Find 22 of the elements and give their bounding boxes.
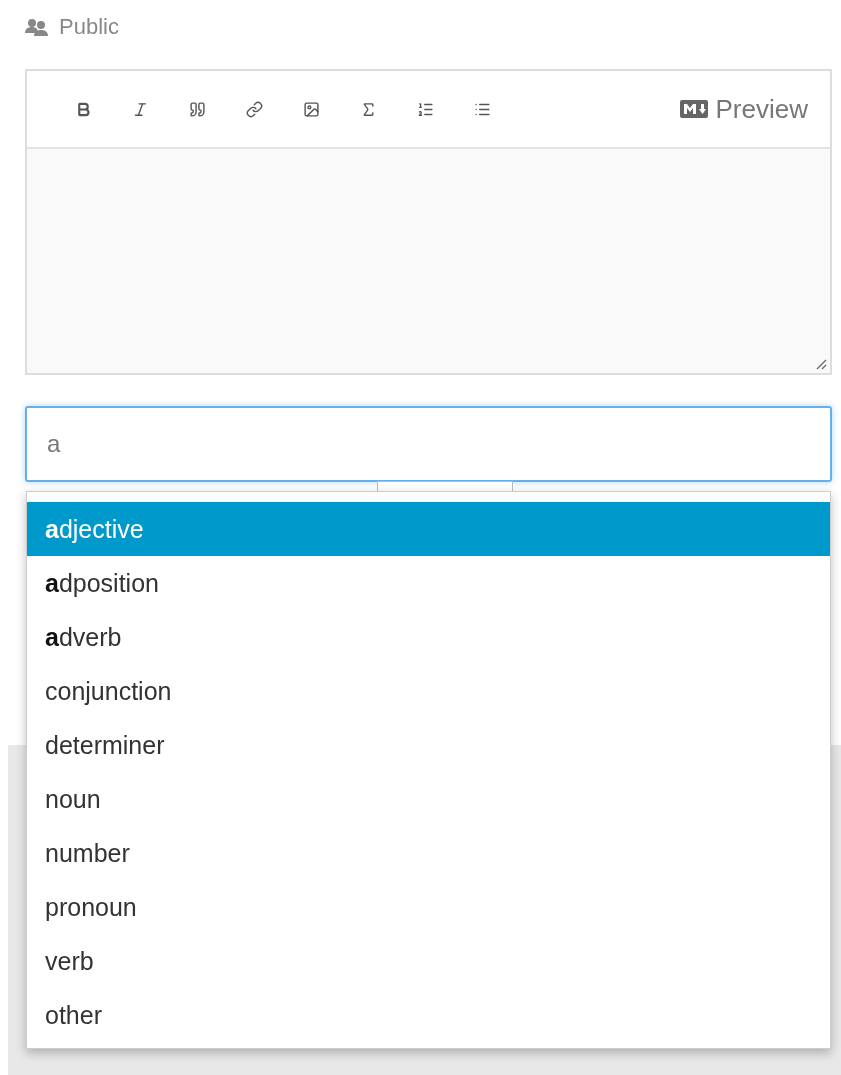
- tag-input-field[interactable]: a: [25, 406, 832, 482]
- suggestion-item[interactable]: pronoun: [27, 880, 830, 934]
- preview-button[interactable]: Preview: [679, 93, 808, 125]
- suggestion-item[interactable]: determiner: [27, 718, 830, 772]
- users-icon: [25, 18, 49, 36]
- suggestion-item[interactable]: noun: [27, 772, 830, 826]
- suggestion-item[interactable]: conjunction: [27, 664, 830, 718]
- bold-icon: [75, 100, 92, 118]
- italic-icon: [132, 100, 149, 118]
- resize-handle-icon[interactable]: [815, 358, 827, 370]
- quote-icon: [189, 100, 206, 118]
- markdown-editor[interactable]: Preview: [25, 69, 832, 375]
- suggestion-item[interactable]: adposition: [27, 556, 830, 610]
- markdown-icon: [679, 100, 708, 118]
- image-icon: [303, 100, 320, 118]
- numbered-list-icon: [417, 100, 434, 118]
- suggestion-item[interactable]: adverb: [27, 610, 830, 664]
- suggestion-item[interactable]: verb: [27, 934, 830, 988]
- suggestion-item[interactable]: number: [27, 826, 830, 880]
- suggestion-item[interactable]: other: [27, 988, 830, 1042]
- visibility-label: Public: [59, 14, 119, 40]
- link-icon: [246, 100, 263, 118]
